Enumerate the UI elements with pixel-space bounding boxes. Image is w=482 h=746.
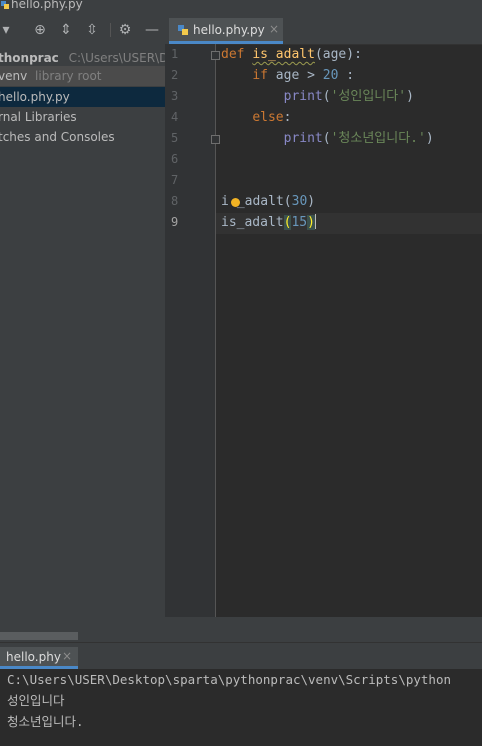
code-editor[interactable]: hello.phy.py × 1 2 3 4 5 6 7 8 9 def is_… [165, 12, 482, 617]
locate-icon[interactable]: ⊕ [32, 22, 48, 38]
code-text: : [338, 68, 355, 83]
tree-item-hello-file[interactable]: hello.phy.py [0, 87, 165, 107]
lightbulb-intention-icon[interactable] [231, 198, 240, 207]
editor-tab-bar: hello.phy.py × [165, 12, 482, 45]
code-text: ( [322, 89, 331, 104]
string-literal: '청소년입니다.' [330, 131, 426, 146]
console-output-line: 성인입니다 [7, 693, 65, 708]
tree-item-external-libraries[interactable]: rnal Libraries [0, 107, 165, 127]
project-toolbar: ▾ ⊕ ⇕ ⇳ ⚙ — [0, 12, 165, 50]
tree-item-label: tches and Consoles [0, 130, 115, 144]
close-icon[interactable]: × [62, 649, 72, 663]
number-literal: 30 [291, 194, 308, 209]
python-file-icon [1, 1, 9, 9]
line-number: 4 [171, 110, 179, 124]
gear-icon[interactable]: ⚙ [117, 22, 133, 38]
line-number: 8 [171, 194, 179, 208]
code-line-1[interactable]: def is_adalt(age): [221, 44, 362, 65]
tree-item-label: hello.phy.py [0, 90, 70, 104]
dropdown-arrow-icon[interactable]: ▾ [0, 22, 14, 38]
tab-label: hello.phy.py [193, 23, 265, 37]
tree-item-scratches[interactable]: tches and Consoles [0, 127, 165, 147]
keyword-else: else [252, 110, 284, 125]
number-literal: 15 [291, 215, 308, 230]
run-tab-hello-phy[interactable]: hello.phy × [0, 647, 78, 669]
collapse-all-icon[interactable]: ⇳ [84, 22, 100, 38]
line-number: 7 [171, 173, 179, 187]
tree-item-label: venv [0, 69, 28, 83]
tree-item-project-root[interactable]: thonprac C:\Users\USER\Des [0, 48, 165, 68]
current-line-number: 9 [171, 215, 179, 229]
project-panel: ▾ ⊕ ⇕ ⇳ ⚙ — thonprac C:\Users\USER\Des v… [0, 12, 165, 642]
horizontal-scrollbar[interactable] [0, 632, 78, 640]
code-text: i [221, 194, 229, 209]
title-bar: hello.phy.py [0, 0, 482, 12]
close-icon[interactable]: × [269, 22, 279, 36]
string-literal: '성인입니다' [330, 89, 407, 104]
code-text: (age): [314, 47, 362, 62]
code-line-4[interactable]: else: [221, 107, 291, 128]
text-cursor [314, 214, 316, 229]
number-literal: 20 [322, 68, 339, 83]
console-output-line: 청소년입니다. [7, 714, 84, 729]
tree-item-label: thonprac [0, 51, 59, 65]
panel-splitter[interactable] [165, 617, 482, 642]
builtin-print: print [283, 131, 323, 146]
code-text: ( [322, 131, 331, 146]
code-text: ) [307, 194, 316, 209]
tree-item-detail: library root [35, 69, 102, 83]
fold-marker-icon[interactable] [211, 135, 220, 144]
line-number: 5 [171, 131, 179, 145]
code-text: ) [406, 89, 414, 104]
toolbar-divider [110, 23, 111, 37]
code-line-5[interactable]: print('청소년입니다.') [221, 128, 434, 149]
console-output-line: C:\Users\USER\Desktop\sparta\pythonprac\… [7, 672, 452, 687]
line-number: 3 [171, 89, 179, 103]
line-number: 2 [171, 68, 179, 82]
run-tab-bar: hello.phy × [0, 643, 482, 669]
function-name: is_adalt [252, 47, 315, 62]
python-file-icon [178, 25, 188, 35]
minimize-icon[interactable]: — [144, 22, 160, 38]
builtin-print: print [283, 89, 323, 104]
line-number-gutter: 1 2 3 4 5 6 7 8 9 [165, 44, 215, 617]
code-line-3[interactable]: print('성인입니다') [221, 86, 414, 107]
code-text: : [283, 110, 292, 125]
code-line-9[interactable]: is_adalt(15) [221, 212, 316, 233]
line-number: 1 [171, 47, 179, 61]
gutter-divider [215, 44, 216, 617]
tree-item-venv[interactable]: venv library root [0, 66, 165, 86]
code-text: _adalt( [236, 194, 292, 209]
matched-brace: ) [307, 215, 315, 230]
tab-hello-phy[interactable]: hello.phy.py × [169, 18, 283, 44]
keyword-def: def [221, 47, 245, 62]
keyword-if: if [252, 68, 268, 83]
tree-item-label: rnal Libraries [0, 110, 77, 124]
line-number: 6 [171, 152, 179, 166]
run-panel: hello.phy × C:\Users\USER\Desktop\sparta… [0, 642, 482, 746]
fold-marker-icon[interactable] [211, 51, 220, 60]
code-text: is_adalt [221, 215, 284, 230]
code-text: age > [267, 68, 323, 83]
expand-all-icon[interactable]: ⇕ [58, 22, 74, 38]
code-line-2[interactable]: if age > 20 : [221, 65, 354, 86]
run-tab-label: hello.phy [6, 650, 61, 664]
code-text: ) [425, 131, 434, 146]
tree-item-path: C:\Users\USER\Des [68, 51, 165, 65]
window-title: hello.phy.py [11, 0, 83, 11]
